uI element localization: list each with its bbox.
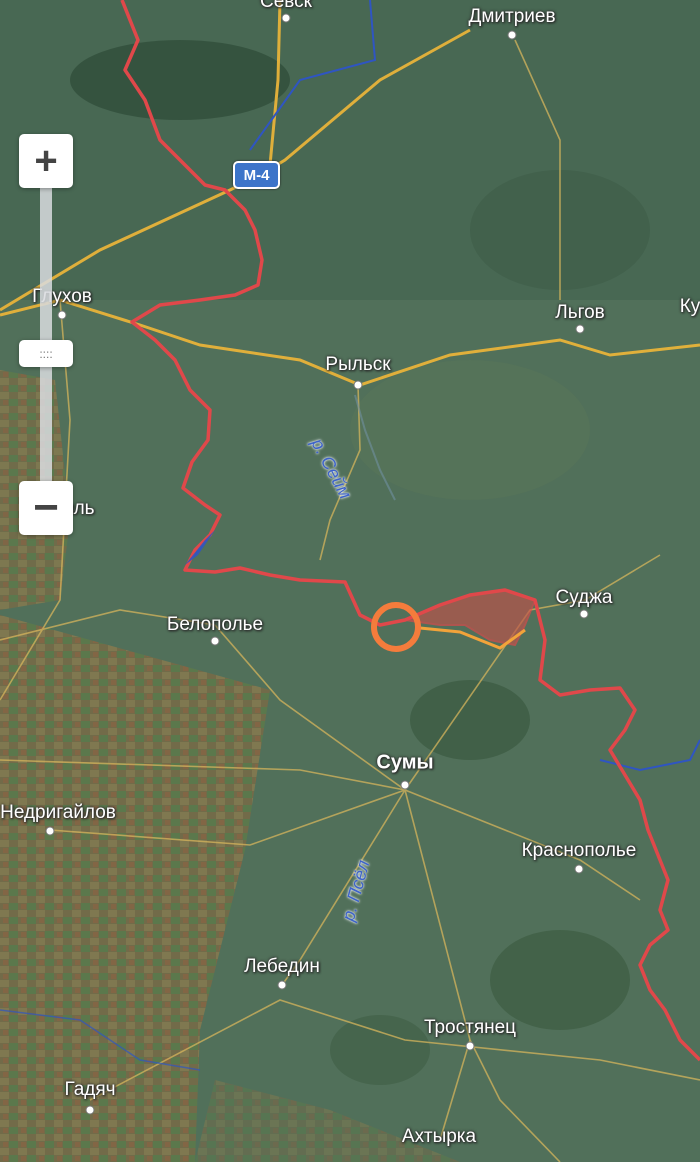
- city-dot: [400, 780, 410, 790]
- zoom-in-button[interactable]: +: [19, 134, 73, 188]
- city-label[interactable]: Ку: [680, 296, 700, 318]
- city-dot: [465, 1041, 475, 1051]
- satellite-map[interactable]: [0, 0, 700, 1162]
- city-dot: [575, 324, 585, 334]
- city-dot: [353, 380, 363, 390]
- minus-icon: −: [33, 483, 59, 532]
- city-label[interactable]: Краснополье: [522, 840, 637, 862]
- city-label[interactable]: Ахтырка: [402, 1126, 476, 1148]
- city-dot: [210, 636, 220, 646]
- zoom-slider-track[interactable]: [40, 186, 52, 482]
- zoom-slider-handle[interactable]: ::::: [19, 340, 73, 367]
- city-dot: [85, 1105, 95, 1115]
- city-dot: [45, 826, 55, 836]
- city-dot: [507, 30, 517, 40]
- city-label[interactable]: Льгов: [555, 302, 605, 324]
- city-label[interactable]: Рыльск: [325, 354, 390, 376]
- city-label[interactable]: Белополье: [167, 614, 263, 636]
- highway-shield-m4: М-4: [233, 161, 280, 189]
- city-label[interactable]: Севск: [260, 0, 312, 13]
- city-dot: [574, 864, 584, 874]
- zoom-out-button[interactable]: −: [19, 481, 73, 535]
- city-label[interactable]: Тростянец: [424, 1017, 516, 1039]
- city-label[interactable]: Сумы: [376, 752, 433, 775]
- city-dot: [281, 13, 291, 23]
- city-dot: [277, 980, 287, 990]
- grip-icon: ::::: [39, 346, 53, 361]
- city-label[interactable]: Дмитриев: [468, 6, 555, 28]
- city-label[interactable]: Гадяч: [64, 1079, 115, 1101]
- city-dot: [579, 609, 589, 619]
- plus-icon: +: [34, 138, 58, 183]
- city-label[interactable]: Лебедин: [244, 956, 320, 978]
- city-label[interactable]: Суджа: [556, 587, 613, 609]
- city-dot: [57, 310, 67, 320]
- city-label[interactable]: Недригайлов: [0, 802, 116, 824]
